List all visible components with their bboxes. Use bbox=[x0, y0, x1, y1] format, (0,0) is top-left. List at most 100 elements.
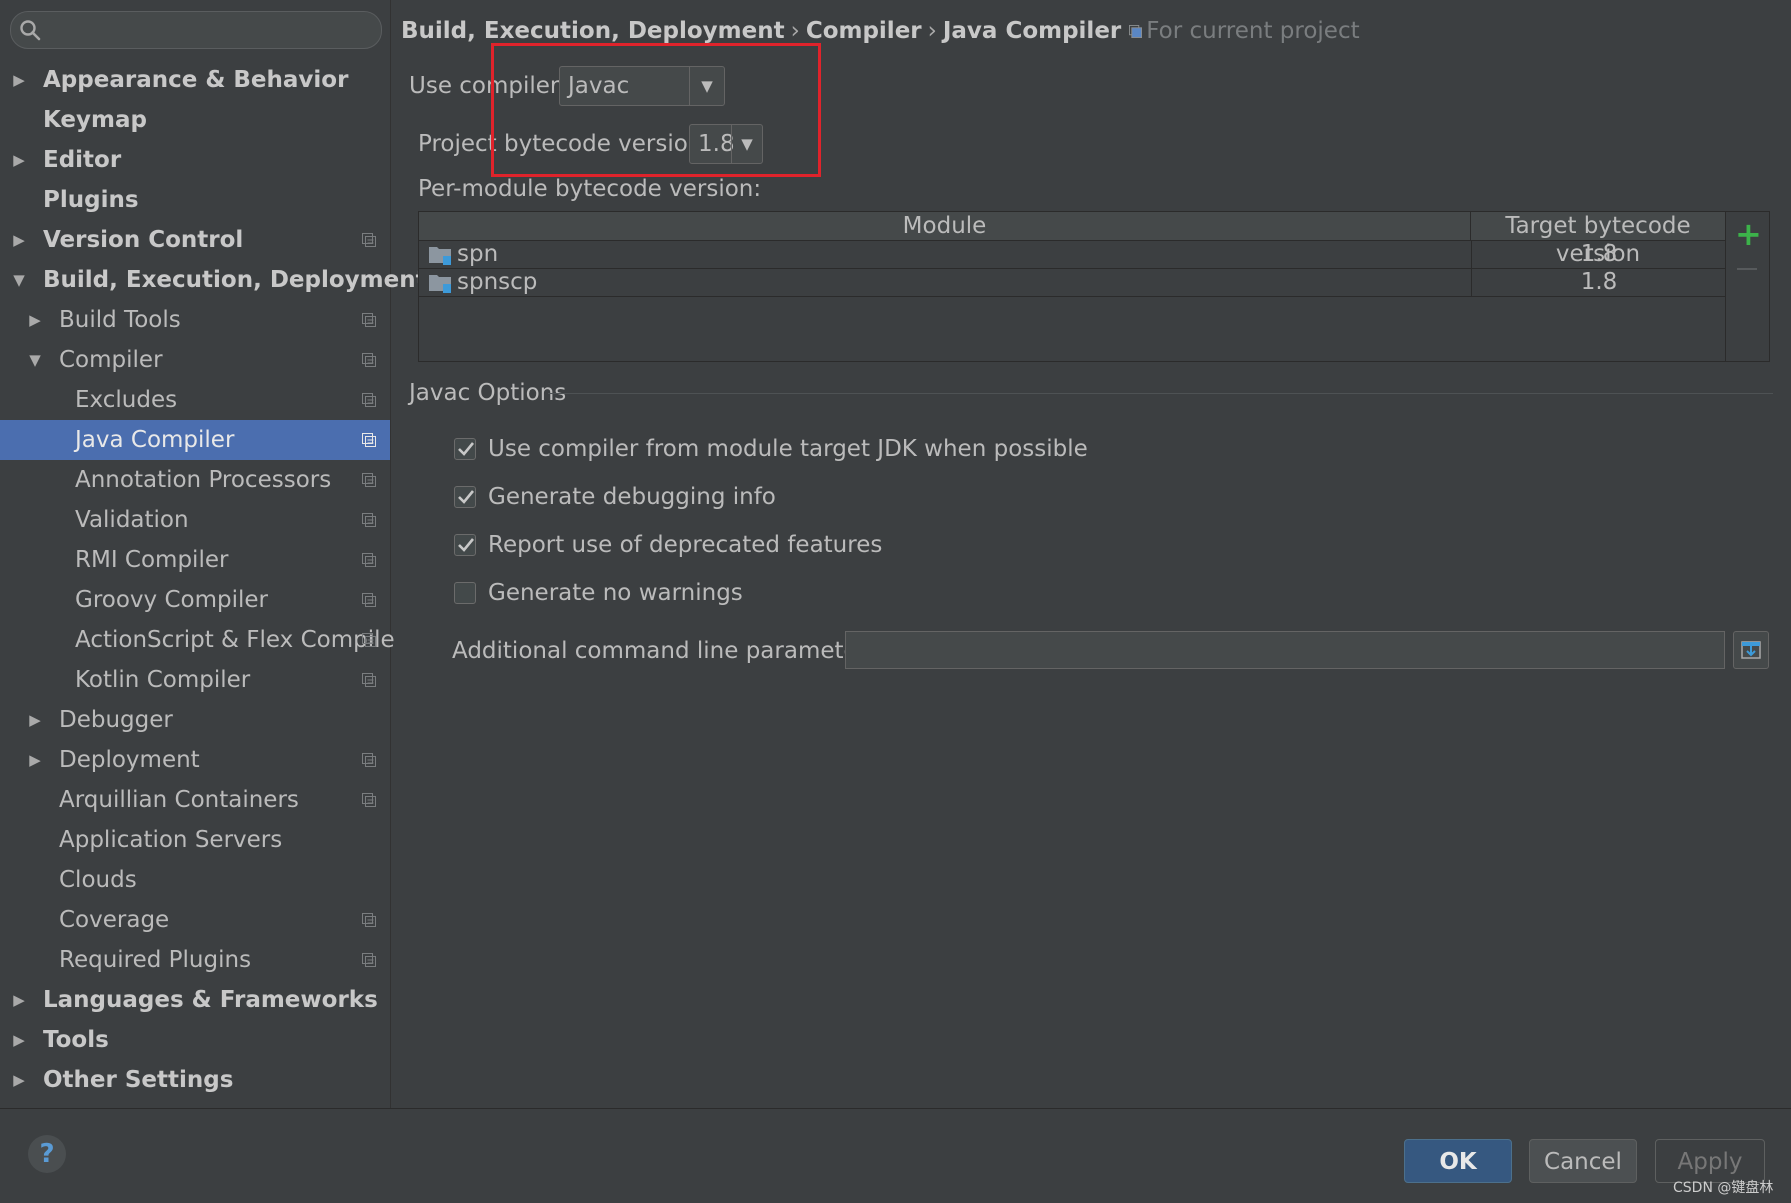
expand-editor-button[interactable] bbox=[1733, 631, 1769, 669]
sidebar-item-compiler[interactable]: ▼ Compiler bbox=[0, 340, 390, 380]
sidebar-item-appearance-behavior[interactable]: ▶ Appearance & Behavior bbox=[0, 60, 390, 100]
ok-button[interactable]: OK bbox=[1404, 1139, 1512, 1183]
sidebar-item-keymap[interactable]: Keymap bbox=[0, 100, 390, 140]
sidebar-item-label: Plugins bbox=[43, 187, 139, 213]
help-button[interactable]: ? bbox=[28, 1135, 66, 1173]
sidebar-item-editor[interactable]: ▶ Editor bbox=[0, 140, 390, 180]
sidebar-item-excludes[interactable]: Excludes bbox=[0, 380, 390, 420]
sidebar-item-actionscript-flex-compile[interactable]: ActionScript & Flex Compile bbox=[0, 620, 395, 660]
sidebar-item-deployment[interactable]: ▶ Deployment bbox=[0, 740, 390, 780]
checkbox[interactable] bbox=[454, 582, 476, 604]
module-bytecode-table: Module Target bytecode version spn 1.8 s… bbox=[418, 211, 1726, 362]
sidebar-item-label: Appearance & Behavior bbox=[43, 67, 349, 93]
project-scope-icon bbox=[362, 513, 376, 527]
sidebar-item-label: RMI Compiler bbox=[75, 547, 229, 573]
checkmark-icon bbox=[458, 490, 475, 504]
chevron-right-icon[interactable]: ▶ bbox=[10, 980, 28, 1020]
sidebar-item-languages-frameworks[interactable]: ▶ Languages & Frameworks bbox=[0, 980, 390, 1020]
sidebar-item-label: Excludes bbox=[75, 387, 178, 413]
checkbox[interactable] bbox=[454, 534, 476, 556]
sidebar-item-label: Coverage bbox=[59, 907, 170, 933]
sidebar-item-required-plugins[interactable]: Required Plugins bbox=[0, 940, 390, 980]
chevron-right-icon[interactable]: ▶ bbox=[26, 740, 44, 780]
sidebar-item-label: Debugger bbox=[59, 707, 173, 733]
sidebar-item-java-compiler[interactable]: Java Compiler bbox=[0, 420, 390, 460]
sidebar-item-label: Groovy Compiler bbox=[75, 587, 268, 613]
sidebar-item-label: Keymap bbox=[43, 107, 147, 133]
chevron-right-icon[interactable]: ▶ bbox=[10, 140, 28, 180]
sidebar-item-plugins[interactable]: Plugins bbox=[0, 180, 390, 220]
project-scope-icon bbox=[362, 793, 376, 807]
chevron-down-icon[interactable]: ▼ bbox=[26, 340, 44, 380]
table-header: Module Target bytecode version bbox=[419, 212, 1725, 267]
breadcrumb-item[interactable]: Compiler bbox=[806, 18, 922, 44]
sidebar-item-label: Validation bbox=[75, 507, 189, 533]
breadcrumb-item[interactable]: Build, Execution, Deployment bbox=[401, 18, 785, 44]
sidebar-item-clouds[interactable]: Clouds bbox=[0, 860, 390, 900]
breadcrumb-item: Java Compiler bbox=[942, 18, 1122, 44]
add-icon[interactable]: + bbox=[1735, 218, 1762, 250]
module-folder-icon bbox=[429, 274, 451, 293]
chevron-right-icon[interactable]: ▶ bbox=[10, 1060, 28, 1100]
sidebar-item-arquillian-containers[interactable]: Arquillian Containers bbox=[0, 780, 390, 820]
sidebar-item-application-servers[interactable]: Application Servers bbox=[0, 820, 390, 860]
dialog-footer: ? OK Cancel Apply CSDN @键盘林 bbox=[0, 1108, 1791, 1203]
chevron-right-icon[interactable]: ▶ bbox=[10, 1020, 28, 1060]
scope-label: For current project bbox=[1146, 18, 1360, 44]
sidebar-item-label: Build Tools bbox=[59, 307, 181, 333]
sidebar-item-label: Version Control bbox=[43, 227, 244, 253]
sidebar-item-tools[interactable]: ▶ Tools bbox=[0, 1020, 390, 1060]
project-scope-icon bbox=[362, 233, 376, 247]
table-row[interactable]: spn 1.8 bbox=[419, 241, 1725, 269]
sidebar-item-build-execution-deployment[interactable]: ▼ Build, Execution, Deployment bbox=[0, 260, 426, 300]
project-scope-icon bbox=[362, 433, 376, 447]
search-icon bbox=[20, 20, 41, 41]
module-name: spn bbox=[457, 241, 499, 267]
target-version-cell[interactable]: 1.8 bbox=[1471, 269, 1726, 296]
column-header-module[interactable]: Module bbox=[419, 212, 1471, 240]
group-divider bbox=[548, 393, 1773, 394]
checkbox-label: Generate debugging info bbox=[488, 484, 776, 510]
checkmark-icon bbox=[458, 442, 475, 456]
remove-icon[interactable] bbox=[1737, 268, 1757, 270]
column-header-target-version[interactable]: Target bytecode version bbox=[1471, 212, 1725, 267]
sidebar-item-debugger[interactable]: ▶ Debugger bbox=[0, 700, 390, 740]
checkbox[interactable] bbox=[454, 486, 476, 508]
search-input[interactable] bbox=[47, 16, 371, 46]
sidebar-item-kotlin-compiler[interactable]: Kotlin Compiler bbox=[0, 660, 390, 700]
project-scope-icon bbox=[362, 353, 376, 367]
sidebar-item-label: Annotation Processors bbox=[75, 467, 332, 493]
sidebar-item-rmi-compiler[interactable]: RMI Compiler bbox=[0, 540, 390, 580]
cancel-button[interactable]: Cancel bbox=[1529, 1139, 1637, 1183]
project-scope-icon bbox=[362, 553, 376, 567]
module-cell: spnscp bbox=[429, 269, 1469, 296]
chevron-right-icon[interactable]: ▶ bbox=[10, 220, 28, 260]
sidebar-item-other-settings[interactable]: ▶ Other Settings bbox=[0, 1060, 390, 1100]
breadcrumb-separator: › bbox=[927, 18, 937, 44]
sidebar-item-label: Tools bbox=[43, 1027, 109, 1053]
project-scope-icon bbox=[362, 593, 376, 607]
target-version-cell[interactable]: 1.8 bbox=[1471, 241, 1726, 268]
chevron-down-icon[interactable]: ▼ bbox=[10, 260, 28, 300]
sidebar-item-coverage[interactable]: Coverage bbox=[0, 900, 390, 940]
chevron-right-icon[interactable]: ▶ bbox=[10, 60, 28, 100]
checkbox-label: Report use of deprecated features bbox=[488, 532, 883, 558]
table-row[interactable]: spnscp 1.8 bbox=[419, 269, 1725, 297]
search-field[interactable] bbox=[10, 11, 382, 49]
chevron-right-icon[interactable]: ▶ bbox=[26, 300, 44, 340]
checkbox[interactable] bbox=[454, 438, 476, 460]
sidebar-item-label: Arquillian Containers bbox=[59, 787, 299, 813]
sidebar-item-validation[interactable]: Validation bbox=[0, 500, 390, 540]
chevron-right-icon[interactable]: ▶ bbox=[26, 700, 44, 740]
sidebar-item-version-control[interactable]: ▶ Version Control bbox=[0, 220, 390, 260]
sidebar-item-label: Clouds bbox=[59, 867, 137, 893]
sidebar-item-label: Languages & Frameworks bbox=[43, 987, 378, 1013]
sidebar-item-label: Compiler bbox=[59, 347, 163, 373]
sidebar-item-label: Required Plugins bbox=[59, 947, 252, 973]
sidebar-item-build-tools[interactable]: ▶ Build Tools bbox=[0, 300, 390, 340]
cmd-params-input[interactable] bbox=[845, 631, 1725, 669]
sidebar-item-groovy-compiler[interactable]: Groovy Compiler bbox=[0, 580, 390, 620]
sidebar-item-annotation-processors[interactable]: Annotation Processors bbox=[0, 460, 390, 500]
project-scope-icon bbox=[362, 393, 376, 407]
per-module-label: Per-module bytecode version: bbox=[418, 176, 762, 202]
